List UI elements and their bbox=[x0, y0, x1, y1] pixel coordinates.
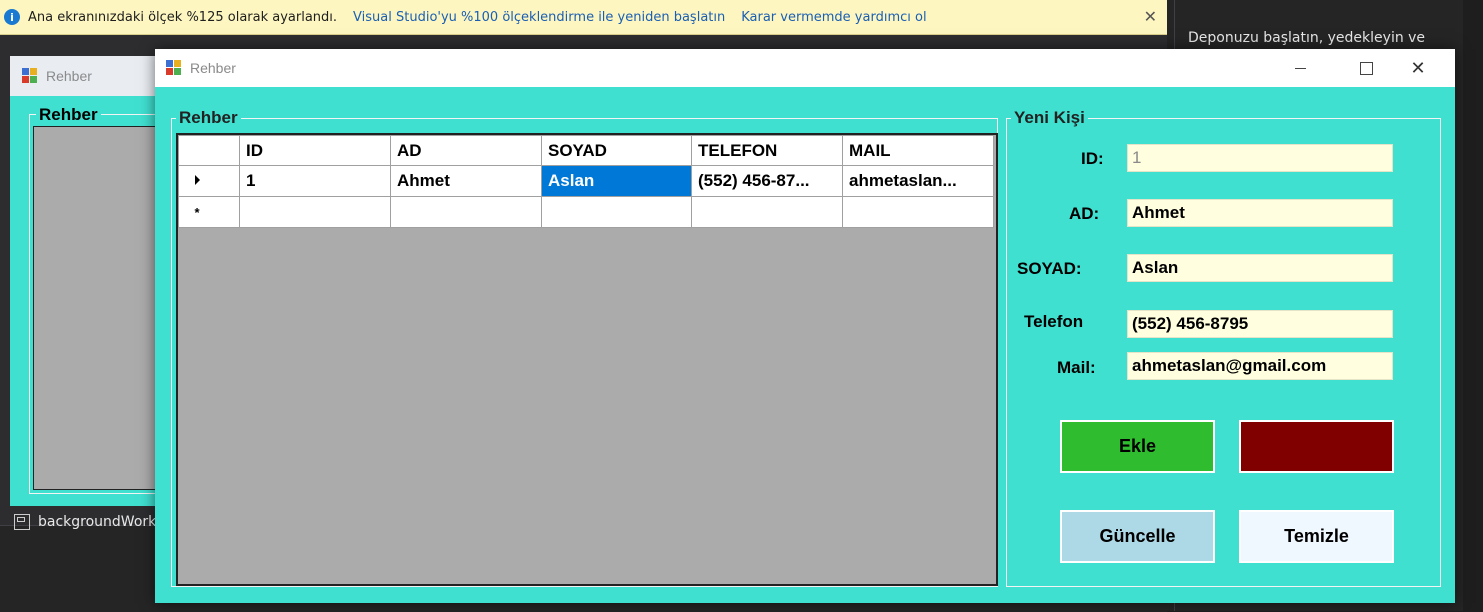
soyad-label: SOYAD: bbox=[1017, 259, 1082, 278]
new-cell-mail[interactable] bbox=[842, 196, 994, 228]
column-header-mail[interactable]: MAIL bbox=[842, 135, 994, 166]
component-icon bbox=[14, 514, 30, 530]
grid-header-row: ID AD SOYAD TELEFON MAIL bbox=[178, 135, 994, 166]
rehber-window: Rehber ✕ Rehber ID AD SOYAD TELEFON MAIL bbox=[155, 49, 1455, 603]
table-row[interactable]: 1 Ahmet Aslan (552) 456-87... ahmetaslan… bbox=[178, 165, 994, 197]
current-row-icon bbox=[194, 175, 200, 185]
window-app-icon bbox=[166, 60, 182, 76]
close-button[interactable]: ✕ bbox=[1395, 49, 1441, 87]
ekle-button[interactable]: Ekle bbox=[1060, 420, 1215, 473]
infobar-close-icon[interactable]: ✕ bbox=[1144, 7, 1157, 26]
telefon-field[interactable] bbox=[1127, 310, 1393, 338]
telefon-label: Telefon bbox=[1024, 312, 1084, 331]
designer-form[interactable]: Rehber Rehber bbox=[10, 56, 172, 506]
info-icon: i bbox=[4, 9, 20, 25]
restart-scaling-link[interactable]: Visual Studio'yu %100 ölçeklendirme ile … bbox=[353, 10, 725, 25]
rehber-groupbox: Rehber ID AD SOYAD TELEFON MAIL 1 Ahmet bbox=[171, 108, 998, 587]
new-cell-telefon[interactable] bbox=[691, 196, 843, 228]
cell-id[interactable]: 1 bbox=[239, 165, 391, 197]
row-header-current[interactable] bbox=[178, 165, 240, 197]
maximize-icon bbox=[1359, 61, 1373, 75]
git-hint-text: Deponuzu başlatın, yedekleyin ve bbox=[1188, 30, 1426, 46]
maximize-button[interactable] bbox=[1343, 49, 1389, 87]
designer-form-body: Rehber bbox=[19, 104, 172, 500]
new-cell-id[interactable] bbox=[239, 196, 391, 228]
yeni-kisi-groupbox-title: Yeni Kişi bbox=[1011, 108, 1088, 128]
ad-field[interactable] bbox=[1127, 199, 1393, 227]
sil-button[interactable]: Sil bbox=[1239, 420, 1394, 473]
column-header-telefon[interactable]: TELEFON bbox=[691, 135, 843, 166]
mail-label: Mail: bbox=[1057, 358, 1096, 377]
form-app-icon bbox=[22, 68, 38, 84]
contacts-datagrid[interactable]: ID AD SOYAD TELEFON MAIL 1 Ahmet Aslan (… bbox=[176, 133, 998, 586]
mail-field[interactable] bbox=[1127, 352, 1393, 380]
contacts-table: ID AD SOYAD TELEFON MAIL 1 Ahmet Aslan (… bbox=[178, 135, 994, 228]
new-row-icon: * bbox=[194, 204, 200, 220]
new-cell-ad[interactable] bbox=[390, 196, 542, 228]
scaling-infobar: i Ana ekranınızdaki ölçek %125 olarak ay… bbox=[0, 0, 1167, 35]
designer-form-title: Rehber bbox=[46, 68, 92, 84]
window-title: Rehber bbox=[190, 60, 236, 76]
guncelle-button[interactable]: Güncelle bbox=[1060, 510, 1215, 563]
cell-mail[interactable]: ahmetaslan... bbox=[842, 165, 994, 197]
close-icon: ✕ bbox=[1410, 57, 1426, 78]
temizle-button[interactable]: Temizle bbox=[1239, 510, 1394, 563]
id-field[interactable] bbox=[1127, 144, 1393, 172]
rehber-groupbox-title: Rehber bbox=[176, 108, 241, 128]
designer-datagrid[interactable] bbox=[33, 126, 172, 490]
designer-form-titlebar: Rehber bbox=[10, 56, 170, 96]
tool-window-strip bbox=[1463, 0, 1483, 611]
cell-soyad-selected[interactable]: Aslan bbox=[541, 165, 692, 197]
ad-label: AD: bbox=[1069, 204, 1100, 223]
column-header-ad[interactable]: AD bbox=[390, 135, 542, 166]
row-header-new[interactable]: * bbox=[178, 196, 240, 228]
window-titlebar[interactable]: Rehber ✕ bbox=[155, 49, 1455, 87]
new-cell-soyad[interactable] bbox=[541, 196, 692, 228]
grid-corner-header[interactable] bbox=[178, 135, 240, 166]
id-label: ID: bbox=[1081, 149, 1104, 168]
minimize-button[interactable] bbox=[1277, 49, 1323, 87]
soyad-field[interactable] bbox=[1127, 254, 1393, 282]
minimize-icon bbox=[1294, 67, 1306, 69]
column-header-id[interactable]: ID bbox=[239, 135, 391, 166]
new-row[interactable]: * bbox=[178, 196, 994, 228]
column-header-soyad[interactable]: SOYAD bbox=[541, 135, 692, 166]
cell-ad[interactable]: Ahmet bbox=[390, 165, 542, 197]
designer-groupbox-title: Rehber bbox=[36, 105, 101, 125]
cell-telefon[interactable]: (552) 456-87... bbox=[691, 165, 843, 197]
infobar-message: Ana ekranınızdaki ölçek %125 olarak ayar… bbox=[28, 9, 338, 25]
help-decide-link[interactable]: Karar vermemde yardımcı ol bbox=[741, 10, 926, 25]
